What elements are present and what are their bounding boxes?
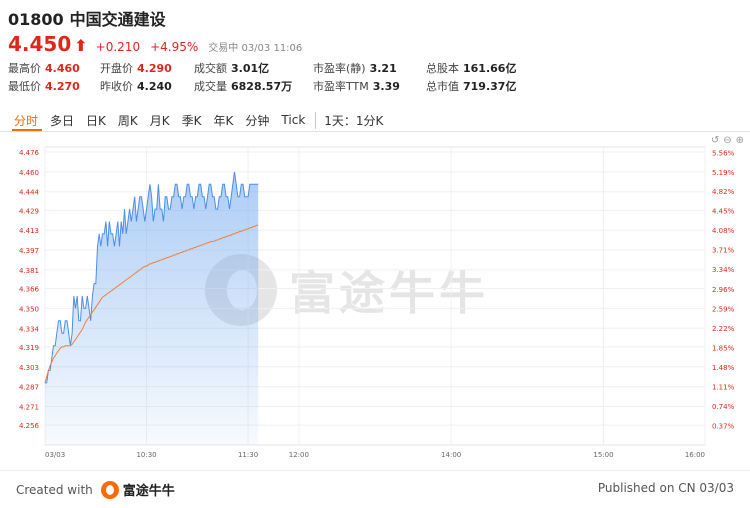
stat-label: 市盈率TTM	[313, 80, 369, 93]
tab-2[interactable]: 日K	[80, 112, 112, 129]
stat-value: 3.21	[369, 62, 397, 75]
tab-divider	[0, 131, 750, 132]
chart-tabs: 分时 多日 日K 周K 月K 季K 年K 分钟 Tick 1天：1分K	[8, 110, 389, 130]
x-tick-label: 15:00	[593, 451, 613, 459]
stat-label: 总市值	[426, 80, 459, 93]
trading-status: 交易中 03/03 11:06	[208, 43, 303, 54]
pct-tick-label: 0.37%	[712, 423, 735, 431]
stat-value: 719.37亿	[463, 80, 517, 93]
pct-tick-label: 2.59%	[712, 306, 735, 314]
tab-7[interactable]: 分钟	[239, 112, 275, 129]
stock-title: 01800 中国交通建设	[8, 6, 172, 30]
tab-9[interactable]: 1天：1分K	[315, 111, 389, 129]
pct-tick-label: 5.56%	[712, 149, 735, 157]
pct-tick-label: 2.22%	[712, 325, 735, 333]
stat-item: 成交量 6828.57万	[194, 78, 292, 94]
tab-6[interactable]: 年K	[208, 112, 240, 129]
brand-name: 富途牛牛	[122, 484, 175, 499]
stat-label: 最低价	[8, 80, 41, 93]
y-tick-label: 4.366	[19, 286, 40, 294]
footer-created: Created with 富途牛牛	[16, 480, 175, 499]
stat-item: 最高价 4.460	[8, 60, 80, 76]
y-tick-label: 4.271	[19, 404, 39, 412]
stat-label: 市盈率(静)	[313, 62, 366, 75]
stat-label: 总股本	[426, 62, 459, 75]
x-tick-label: 14:00	[441, 451, 461, 459]
y-tick-label: 4.429	[19, 207, 39, 215]
pct-tick-label: 3.34%	[712, 266, 735, 274]
stat-item: 最低价 4.270	[8, 78, 80, 94]
tab-8[interactable]: Tick	[275, 113, 311, 127]
price-area	[45, 171, 259, 446]
created-with-text: Created with	[16, 482, 93, 497]
stat-value: 4.270	[45, 80, 80, 93]
tab-1[interactable]: 多日	[44, 112, 80, 129]
stat-label: 成交量	[194, 80, 227, 93]
y-tick-label: 4.287	[19, 384, 39, 392]
stat-item: 开盘价 4.290	[100, 60, 172, 76]
x-tick-label: 03/03	[45, 451, 65, 459]
brand-logo-icon	[100, 480, 119, 499]
stat-item: 总市值 719.37亿	[426, 78, 516, 94]
y-tick-label: 4.476	[19, 149, 40, 157]
tab-0[interactable]: 分时	[8, 112, 44, 129]
y-tick-label: 4.319	[19, 344, 39, 352]
y-tick-label: 4.256	[19, 422, 40, 430]
pct-tick-label: 4.08%	[712, 227, 735, 235]
stat-value: 4.290	[137, 62, 172, 75]
stat-value: 4.240	[137, 80, 172, 93]
stat-item: 市盈率(静) 3.21	[313, 60, 397, 76]
x-tick-label: 10:30	[136, 451, 156, 459]
stat-label: 成交额	[194, 62, 227, 75]
pct-tick-label: 0.74%	[712, 403, 735, 411]
pct-tick-label: 4.82%	[712, 188, 735, 196]
stat-item: 市盈率TTM 3.39	[313, 78, 400, 94]
x-tick-label: 16:00	[685, 451, 705, 459]
price-line: 4.450 ⬆ +0.210 +4.95% 交易中 03/03 11:06	[8, 32, 303, 56]
footer-divider	[0, 470, 750, 471]
intraday-chart[interactable]: 4.476 5.56% 4.460 5.19% 4.444 4.82% 4.429 4.45%…	[0, 145, 750, 465]
y-tick-label: 4.460	[19, 169, 39, 177]
price-change-percent: +4.95%	[150, 40, 199, 54]
x-tick-label: 11:30	[238, 451, 258, 459]
pct-tick-label: 1.48%	[712, 364, 735, 372]
pct-tick-label: 1.85%	[712, 345, 735, 353]
stat-value: 3.39	[372, 80, 400, 93]
y-tick-label: 4.334	[19, 325, 40, 333]
stat-value: 6828.57万	[231, 80, 293, 93]
price-change: +0.210	[95, 40, 141, 54]
stat-label: 开盘价	[100, 62, 133, 75]
pct-tick-label: 2.96%	[712, 286, 735, 294]
y-tick-label: 4.397	[19, 247, 39, 255]
tab-3[interactable]: 周K	[112, 112, 144, 129]
pct-tick-label: 4.45%	[712, 208, 735, 216]
published-date: Published on CN 03/03	[597, 481, 734, 495]
tab-5[interactable]: 季K	[176, 112, 208, 129]
tab-4[interactable]: 月K	[144, 112, 176, 129]
stat-value: 4.460	[45, 62, 80, 75]
y-tick-label: 4.444	[19, 189, 40, 197]
x-tick-label: 12:00	[289, 451, 309, 459]
pct-tick-label: 5.19%	[712, 169, 735, 177]
pct-tick-label: 1.11%	[712, 384, 735, 392]
stock-code: 01800	[8, 10, 64, 29]
stat-item: 成交额 3.01亿	[194, 60, 269, 76]
stat-value: 3.01亿	[231, 62, 270, 75]
stock-name: 中国交通建设	[69, 10, 166, 29]
stat-label: 昨收价	[100, 80, 133, 93]
current-price: 4.450	[8, 32, 72, 56]
y-tick-label: 4.381	[19, 267, 39, 275]
y-tick-label: 4.413	[19, 227, 39, 235]
up-arrow-icon: ⬆	[74, 36, 88, 55]
stat-item: 昨收价 4.240	[100, 78, 172, 94]
y-tick-label: 4.350	[19, 305, 39, 313]
pct-tick-label: 3.71%	[712, 247, 735, 255]
y-tick-label: 4.303	[19, 364, 39, 372]
stat-item: 总股本 161.66亿	[426, 60, 516, 76]
stat-label: 最高价	[8, 62, 41, 75]
stat-value: 161.66亿	[463, 62, 517, 75]
